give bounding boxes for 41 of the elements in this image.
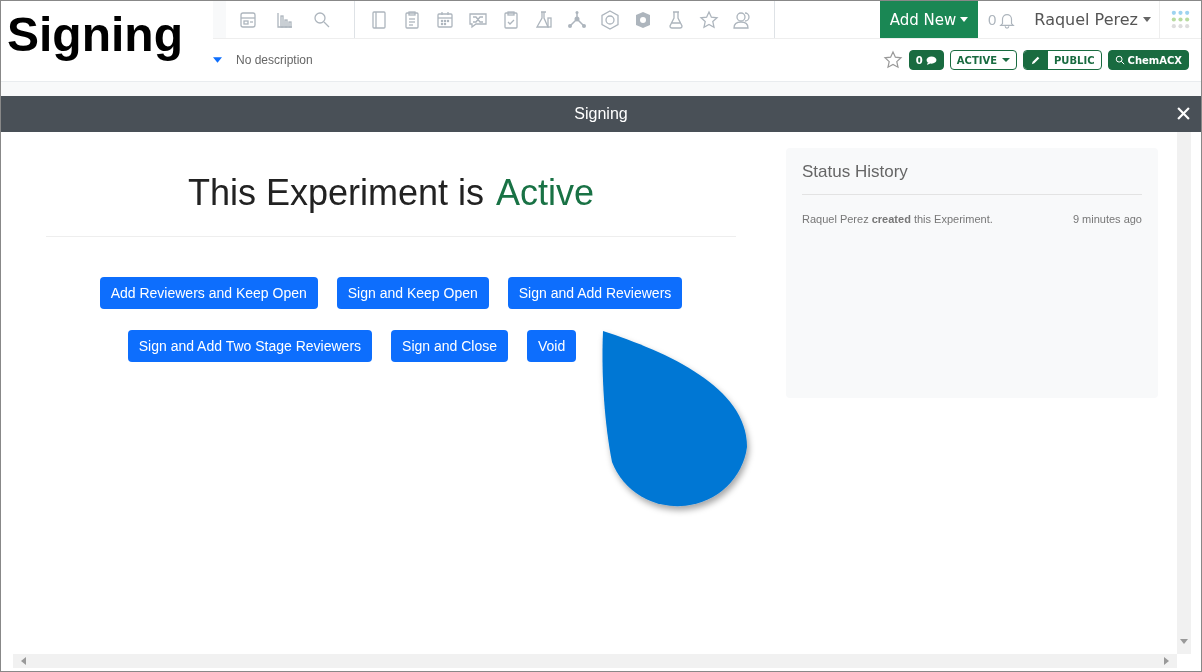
flask-icon[interactable] [666,9,686,30]
history-time: 9 minutes ago [1072,213,1142,225]
action-button[interactable]: Sign and Keep Open [336,277,489,309]
pencil-icon [1031,55,1042,65]
action-button[interactable]: Void [527,330,577,362]
user-menu[interactable]: Raquel Perez [1026,10,1159,29]
search-icon [1114,55,1125,65]
action-button[interactable]: Add Reviewers and Keep Open [99,277,318,309]
action-button[interactable]: Sign and Close [391,330,508,362]
modal-title: Signing [574,105,628,123]
visibility-toggle[interactable]: PUBLIC [1023,50,1102,70]
hexagon-icon[interactable] [600,9,620,30]
layout-icon[interactable] [238,9,258,30]
flask-icon[interactable] [534,9,554,30]
status-dropdown[interactable]: ACTIVE [949,50,1018,70]
heading-text: This Experiment is [187,172,484,214]
apps-grid-icon[interactable] [1171,10,1190,29]
clipboard-check-icon[interactable] [501,9,521,30]
users-icon[interactable] [732,9,752,30]
calendar-icon[interactable] [435,9,455,30]
speech-bubble-icon [925,55,937,65]
action-button[interactable]: Sign and Add Reviewers [507,277,683,309]
clipboard-icon[interactable] [402,9,422,30]
chemacx-search-button[interactable]: ChemACX [1107,50,1189,70]
star-icon[interactable] [882,50,903,70]
vertical-scrollbar[interactable] [1177,132,1191,654]
description-text: No description [236,53,313,67]
star-icon[interactable] [699,9,719,30]
notification-count: 0 [988,11,997,28]
comments-button[interactable]: 0 [908,50,944,70]
action-button[interactable]: Sign and Add Two Stage Reviewers [127,330,373,362]
close-icon[interactable] [1177,107,1190,120]
status-text: Active [496,172,595,214]
add-new-button[interactable]: Add New [880,1,978,38]
network-icon[interactable] [567,9,587,30]
horizontal-scrollbar[interactable] [13,654,1177,668]
card-title: Status History [802,162,1142,195]
caret-down-icon[interactable] [213,57,222,63]
history-entry: Raquel Perez created this Experiment. [802,213,993,225]
notebook-icon[interactable] [369,9,389,30]
search-icon[interactable] [312,9,332,30]
